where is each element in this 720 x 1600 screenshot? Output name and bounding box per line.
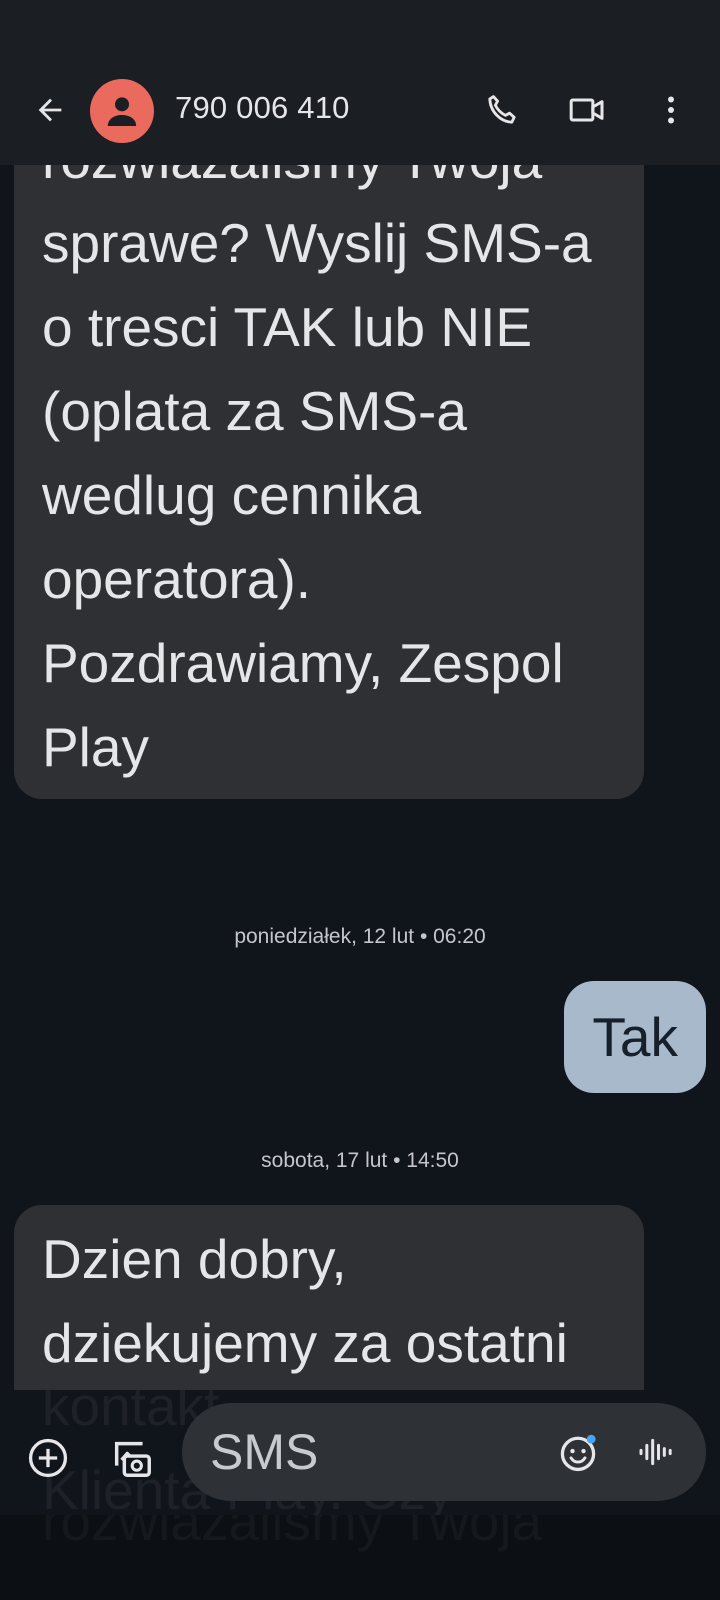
call-button[interactable] (478, 86, 526, 134)
message-line: operatora). (42, 548, 312, 610)
message-line: Pozdrawiamy, Zespol (42, 632, 564, 694)
navigation-bar: rozwiazalismy Twoja (0, 1515, 720, 1600)
message-line: rozwiazalismy Twoja (42, 165, 616, 201)
incoming-message[interactable]: rozwiazalismy Twoja sprawe? Wyslij SMS-a… (14, 165, 644, 799)
more-options-button[interactable] (647, 86, 695, 134)
message-input[interactable] (210, 1403, 530, 1501)
gallery-button[interactable] (104, 1430, 160, 1486)
video-call-icon (569, 98, 604, 122)
gallery-camera-icon (114, 1441, 151, 1477)
avatar[interactable] (90, 79, 154, 143)
contact-name[interactable]: 790 006 410 (175, 90, 350, 126)
message-line: sprawe? Wyslij SMS-a (42, 212, 592, 274)
add-circle-icon (28, 1438, 68, 1478)
message-composer[interactable] (182, 1403, 706, 1501)
message-timestamp: poniedziałek, 12 lut • 06:20 (234, 925, 486, 948)
person-icon (107, 97, 137, 126)
back-button[interactable] (28, 88, 72, 132)
more-vert-icon (668, 96, 674, 124)
message-line: o tresci TAK lub NIE (42, 296, 533, 358)
message-timestamp: sobota, 17 lut • 14:50 (261, 1149, 459, 1172)
app-header: 790 006 410 (0, 0, 720, 165)
message-list[interactable]: rozwiazalismy Twoja sprawe? Wyslij SMS-a… (0, 165, 720, 1390)
message-line: (oplata za SMS-a (42, 380, 467, 442)
emoji-button[interactable] (552, 1426, 604, 1478)
phone-icon (488, 95, 516, 124)
emoji-icon (560, 1434, 596, 1472)
message-line: wedlug cennika (42, 464, 422, 526)
arrow-back-icon (38, 98, 62, 122)
voice-message-button[interactable] (630, 1426, 682, 1478)
message-line: Dzien dobry, (42, 1228, 347, 1290)
overflow-text: rozwiazalismy Twoja (42, 1515, 543, 1552)
incoming-message[interactable]: Dzien dobry, dziekujemy za ostatni (14, 1205, 644, 1390)
message-line: dziekujemy za ostatni (42, 1312, 568, 1374)
video-call-button[interactable] (563, 86, 611, 134)
add-attachment-button[interactable] (20, 1430, 76, 1486)
message-line: Play (42, 716, 149, 778)
outgoing-message[interactable]: Tak (564, 981, 706, 1093)
voice-waveform-icon (639, 1438, 672, 1466)
